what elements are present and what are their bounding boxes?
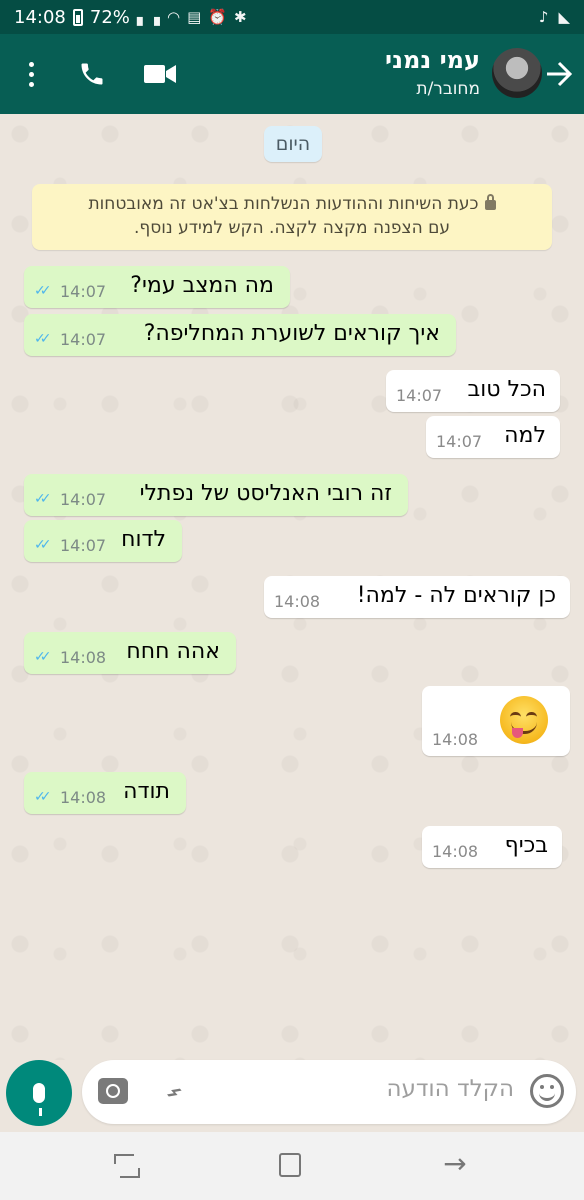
message-bubble[interactable]: איך קוראים לשוערת המחליפה? ✓✓ 14:07 <box>24 314 456 356</box>
avatar[interactable] <box>492 48 542 98</box>
back-icon[interactable]: → <box>440 1146 470 1182</box>
contact-name[interactable]: עמי נמני <box>385 46 480 74</box>
message-text: בכיף <box>504 833 548 858</box>
message-time: 14:07 <box>60 490 107 509</box>
date-chip: היום <box>264 126 322 162</box>
message-time: 14:08 <box>274 592 321 611</box>
app-icon: ◣ <box>558 8 570 26</box>
message-text: לדוח <box>121 527 166 552</box>
mic-button[interactable] <box>6 1060 72 1126</box>
back-arrow-icon[interactable] <box>542 56 576 92</box>
read-ticks-icon: ✓✓ <box>34 491 52 507</box>
message-time: 14:08 <box>432 842 479 861</box>
face-savoring-food-emoji <box>500 696 548 744</box>
read-ticks-icon: ✓✓ <box>34 789 52 805</box>
message-time: 14:07 <box>60 282 107 301</box>
recent-apps-icon[interactable] <box>114 1154 140 1178</box>
wifi-icon: ◠ <box>166 8 181 26</box>
message-bubble[interactable]: הכל טוב 14:07 <box>386 370 560 412</box>
message-text: זה רובי האנליסט של נפתלי <box>139 481 392 506</box>
phone-icon[interactable] <box>72 56 112 92</box>
battery-icon <box>72 8 83 26</box>
bluetooth-icon: ✱ <box>233 8 247 26</box>
home-icon[interactable] <box>279 1153 301 1177</box>
status-bar: 14:08 72% ▖▗ ◠ ▤ ⏰ ✱ ♪ ◣ <box>0 0 584 34</box>
read-ticks-icon: ✓✓ <box>34 649 52 665</box>
composer: ⌁ הקלד הודעה <box>0 1060 584 1132</box>
signal-icon: ▖▗ <box>136 8 160 26</box>
message-time: 14:08 <box>60 648 107 667</box>
message-bubble[interactable]: בכיף 14:08 <box>422 826 562 868</box>
message-text: תודה <box>123 779 170 804</box>
message-bubble[interactable]: למה 14:07 <box>426 416 560 458</box>
message-time: 14:07 <box>60 536 107 555</box>
message-time: 14:07 <box>60 330 107 349</box>
encryption-notice-line2: עם הצפנה מקצה לקצה. הקש למידע נוסף. <box>133 218 451 238</box>
read-ticks-icon: ✓✓ <box>34 537 52 553</box>
volte-icon: ▤ <box>187 8 202 26</box>
message-time: 14:07 <box>436 432 483 451</box>
more-vert-icon[interactable] <box>14 56 48 92</box>
system-nav-bar: → <box>0 1132 584 1200</box>
message-text: למה <box>504 423 546 448</box>
chat-header: עמי נמני מחובר/ת <box>0 34 584 114</box>
chat-area[interactable]: היום כעת השיחות וההודעות הנשלחות בצ'אט ז… <box>0 114 584 1060</box>
message-bubble[interactable]: 14:08 <box>422 686 570 756</box>
message-input[interactable]: ⌁ הקלד הודעה <box>82 1060 576 1124</box>
message-bubble[interactable]: תודה ✓✓ 14:08 <box>24 772 186 814</box>
message-placeholder: הקלד הודעה <box>386 1076 514 1102</box>
message-bubble[interactable]: אהה חחח ✓✓ 14:08 <box>24 632 236 674</box>
message-time: 14:07 <box>396 386 443 405</box>
read-ticks-icon: ✓✓ <box>34 283 52 299</box>
message-bubble[interactable]: מה המצב עמי? ✓✓ 14:07 <box>24 266 290 308</box>
message-bubble[interactable]: זה רובי האנליסט של נפתלי ✓✓ 14:07 <box>24 474 408 516</box>
read-ticks-icon: ✓✓ <box>34 331 52 347</box>
encryption-notice[interactable]: כעת השיחות וההודעות הנשלחות בצ'אט זה מאו… <box>32 184 552 250</box>
message-text: הכל טוב <box>467 377 546 402</box>
message-text: איך קוראים לשוערת המחליפה? <box>143 321 440 346</box>
attach-icon[interactable]: ⌁ <box>150 1068 198 1116</box>
message-time: 14:08 <box>60 788 107 807</box>
message-bubble[interactable]: לדוח ✓✓ 14:07 <box>24 520 182 562</box>
music-icon: ♪ <box>538 8 549 26</box>
status-time: 14:08 <box>14 6 66 28</box>
lock-icon <box>484 194 496 210</box>
message-time: 14:08 <box>432 730 479 749</box>
message-text: כן קוראים לה - למה! <box>356 583 556 608</box>
video-call-icon[interactable] <box>140 56 180 92</box>
camera-icon[interactable] <box>98 1078 128 1104</box>
encryption-notice-line1: כעת השיחות וההודעות הנשלחות בצ'אט זה מאו… <box>88 194 479 214</box>
mic-icon <box>33 1083 45 1116</box>
battery-percent: 72% <box>89 6 130 28</box>
alarm-icon: ⏰ <box>208 8 227 26</box>
message-text: אהה חחח <box>126 639 220 664</box>
contact-status: מחובר/ת <box>416 79 480 99</box>
message-bubble[interactable]: כן קוראים לה - למה! 14:08 <box>264 576 570 618</box>
emoji-icon[interactable] <box>530 1074 564 1108</box>
message-text: מה המצב עמי? <box>130 273 274 298</box>
